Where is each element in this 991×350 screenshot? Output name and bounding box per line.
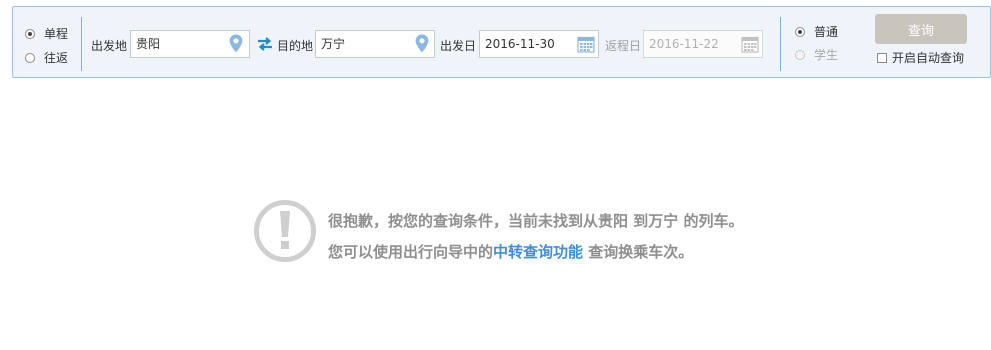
no-results-message: 很抱歉，按您的查询条件，当前未找到从贵阳 到万宁 的列车。您可以使用出行向导中的… [328,206,748,268]
divider [81,17,82,71]
round-trip-label: 往返 [44,51,69,65]
swap-arrows-icon[interactable] [257,37,273,51]
one-way-label: 单程 [44,27,69,41]
student-label: 学生 [814,48,839,62]
depart-date-value: 2016-11-30 [485,37,555,51]
trip-type-round-trip[interactable]: 往返 [25,49,68,66]
no-results-notice: 很抱歉，按您的查询条件，当前未找到从贵阳 到万宁 的列车。您可以使用出行向导中的… [252,198,752,298]
one-way-radio[interactable] [25,28,35,39]
to-value: 万宁 [321,37,346,51]
search-bar: 单程 往返 出发地 贵阳 目的地 万宁 出发日 2016-11-30 返程日 2… [12,6,991,78]
calendar-icon[interactable] [577,35,595,53]
search-button[interactable]: 查询 [875,14,967,44]
round-trip-radio[interactable] [25,52,35,63]
depart-label: 出发日 [440,39,477,53]
from-value: 贵阳 [136,37,161,51]
transfer-query-link[interactable]: 中转查询功能 [493,243,583,261]
location-pin-icon[interactable] [229,34,243,53]
calendar-icon[interactable] [741,35,759,53]
student-radio[interactable] [795,49,805,60]
return-date-value: 2016-11-22 [649,37,719,51]
auto-query-label: 开启自动查询 [892,51,965,65]
from-label: 出发地 [91,39,128,53]
return-label: 返程日 [605,39,642,53]
notice-text-after: 查询换乘车次。 [583,243,694,261]
passenger-type-normal[interactable]: 普通 [795,23,838,40]
auto-query-checkbox[interactable] [877,53,887,63]
location-pin-icon[interactable] [415,34,429,53]
normal-radio[interactable] [795,26,805,37]
divider [780,17,781,71]
to-label: 目的地 [277,39,314,53]
passenger-type-student[interactable]: 学生 [795,46,838,63]
normal-label: 普通 [814,25,839,39]
trip-type-one-way[interactable]: 单程 [25,25,68,42]
exclamation-circle-icon [254,200,316,262]
